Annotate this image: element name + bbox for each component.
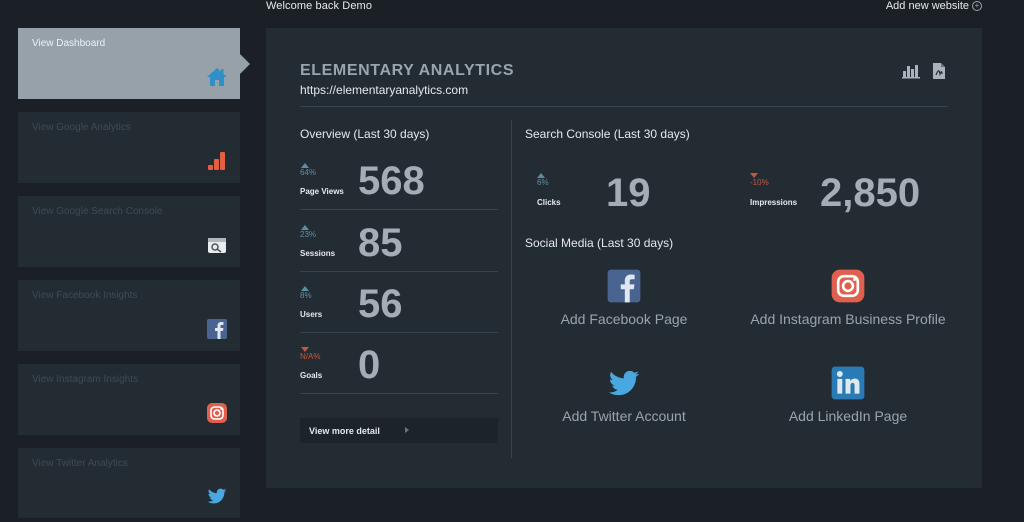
linkedin-icon	[830, 365, 866, 401]
social-label: Add LinkedIn Page	[788, 408, 908, 424]
add-facebook-page[interactable]: Add Facebook Page	[524, 268, 724, 328]
bar-chart-icon[interactable]	[902, 62, 920, 80]
sidebar: View Dashboard View Google Analytics Vie…	[18, 28, 250, 518]
site-title: ELEMENTARY ANALYTICS	[300, 62, 515, 79]
metric-label: Sessions	[300, 249, 336, 258]
metric-label: Goals	[300, 371, 323, 380]
add-linkedin-page[interactable]: Add LinkedIn Page	[748, 365, 948, 425]
metric-label: Clicks	[537, 198, 561, 207]
sidebar-item-label: View Instagram Insights	[32, 374, 138, 385]
sidebar-item-dashboard[interactable]: View Dashboard	[18, 28, 250, 99]
sidebar-item-label: View Dashboard	[32, 38, 106, 49]
instagram-icon	[830, 268, 866, 304]
social-label: Add Facebook Page	[560, 311, 688, 327]
social-media-title: Social Media (Last 30 days)	[525, 236, 674, 250]
metric-label: Page Views	[300, 187, 344, 196]
panel-actions	[902, 62, 948, 80]
metric-value: 85	[358, 221, 403, 265]
metric-delta-value: 8%	[300, 291, 312, 300]
metric-value: 19	[606, 171, 651, 215]
facebook-icon	[606, 268, 642, 304]
metric-label: Impressions	[750, 198, 798, 207]
sidebar-item-google-analytics[interactable]: View Google Analytics	[18, 112, 240, 183]
metric-value: 2,850	[820, 171, 921, 215]
metric-delta-value: 64%	[300, 168, 317, 177]
metric-value: 568	[358, 159, 425, 203]
site-url[interactable]: https://elementaryanalytics.com	[300, 83, 468, 97]
metric-sessions: 23% Sessions 85	[300, 211, 498, 272]
column-divider	[511, 120, 512, 458]
sidebar-item-label: View Google Analytics	[32, 122, 131, 133]
facebook-icon	[206, 318, 228, 340]
add-instagram-profile[interactable]: Add Instagram Business Profile	[748, 268, 948, 328]
metric-delta: N/A%	[300, 347, 320, 361]
dashboard-panel: ELEMENTARY ANALYTICS https://elementarya…	[266, 28, 982, 488]
sidebar-item-instagram[interactable]: View Instagram Insights	[18, 364, 240, 435]
search-console-icon	[206, 234, 228, 256]
sidebar-item-label: View Google Search Console	[32, 206, 163, 217]
add-twitter-account[interactable]: Add Twitter Account	[524, 365, 724, 425]
metric-delta-value: 6%	[537, 178, 549, 187]
add-website-link[interactable]: Add new website +	[886, 0, 982, 12]
sidebar-item-search-console[interactable]: View Google Search Console	[18, 196, 240, 267]
metric-goals: N/A% Goals 0	[300, 333, 498, 394]
metric-delta-value: -10%	[750, 178, 769, 187]
metric-label: Users	[300, 310, 323, 319]
social-label: Add Twitter Account	[562, 408, 686, 424]
chevron-right-icon	[405, 427, 409, 433]
plus-circle-icon: +	[972, 1, 982, 11]
sidebar-item-label: View Facebook Insights	[32, 290, 138, 301]
home-icon	[206, 66, 228, 88]
metric-impressions: -10% Impressions 2,850	[738, 171, 948, 223]
overview-title: Overview (Last 30 days)	[300, 127, 430, 141]
social-label: Add Instagram Business Profile	[750, 311, 946, 327]
analytics-icon	[206, 150, 228, 172]
view-more-detail-label: View more detail	[309, 426, 380, 436]
metric-delta: 64%	[300, 163, 316, 177]
metric-users: 8% Users 56	[300, 272, 498, 333]
metric-delta: 23%	[300, 225, 316, 239]
twitter-icon	[206, 485, 228, 507]
search-console-title: Search Console (Last 30 days)	[525, 127, 690, 141]
twitter-icon	[606, 365, 642, 401]
pdf-icon[interactable]	[930, 62, 948, 80]
metric-page-views: 64% Page Views 568	[300, 149, 498, 210]
instagram-icon	[206, 402, 228, 424]
add-website-label: Add new website	[885, 0, 969, 12]
sidebar-item-label: View Twitter Analytics	[32, 458, 128, 469]
metric-delta: -10%	[750, 173, 769, 187]
sidebar-item-twitter[interactable]: View Twitter Analytics	[18, 448, 240, 518]
metric-value: 56	[358, 282, 403, 326]
metric-delta-value: 23%	[300, 230, 317, 239]
welcome-text: Welcome back Demo	[266, 0, 373, 12]
view-more-detail-button[interactable]: View more detail	[300, 418, 498, 443]
metric-delta-value: N/A%	[300, 352, 321, 361]
metric-value: 0	[358, 343, 381, 387]
metric-delta: 6%	[537, 173, 549, 187]
header-divider	[300, 106, 948, 107]
metric-delta: 8%	[300, 286, 312, 300]
metric-clicks: 6% Clicks 19	[525, 171, 725, 223]
sidebar-item-facebook[interactable]: View Facebook Insights	[18, 280, 240, 351]
